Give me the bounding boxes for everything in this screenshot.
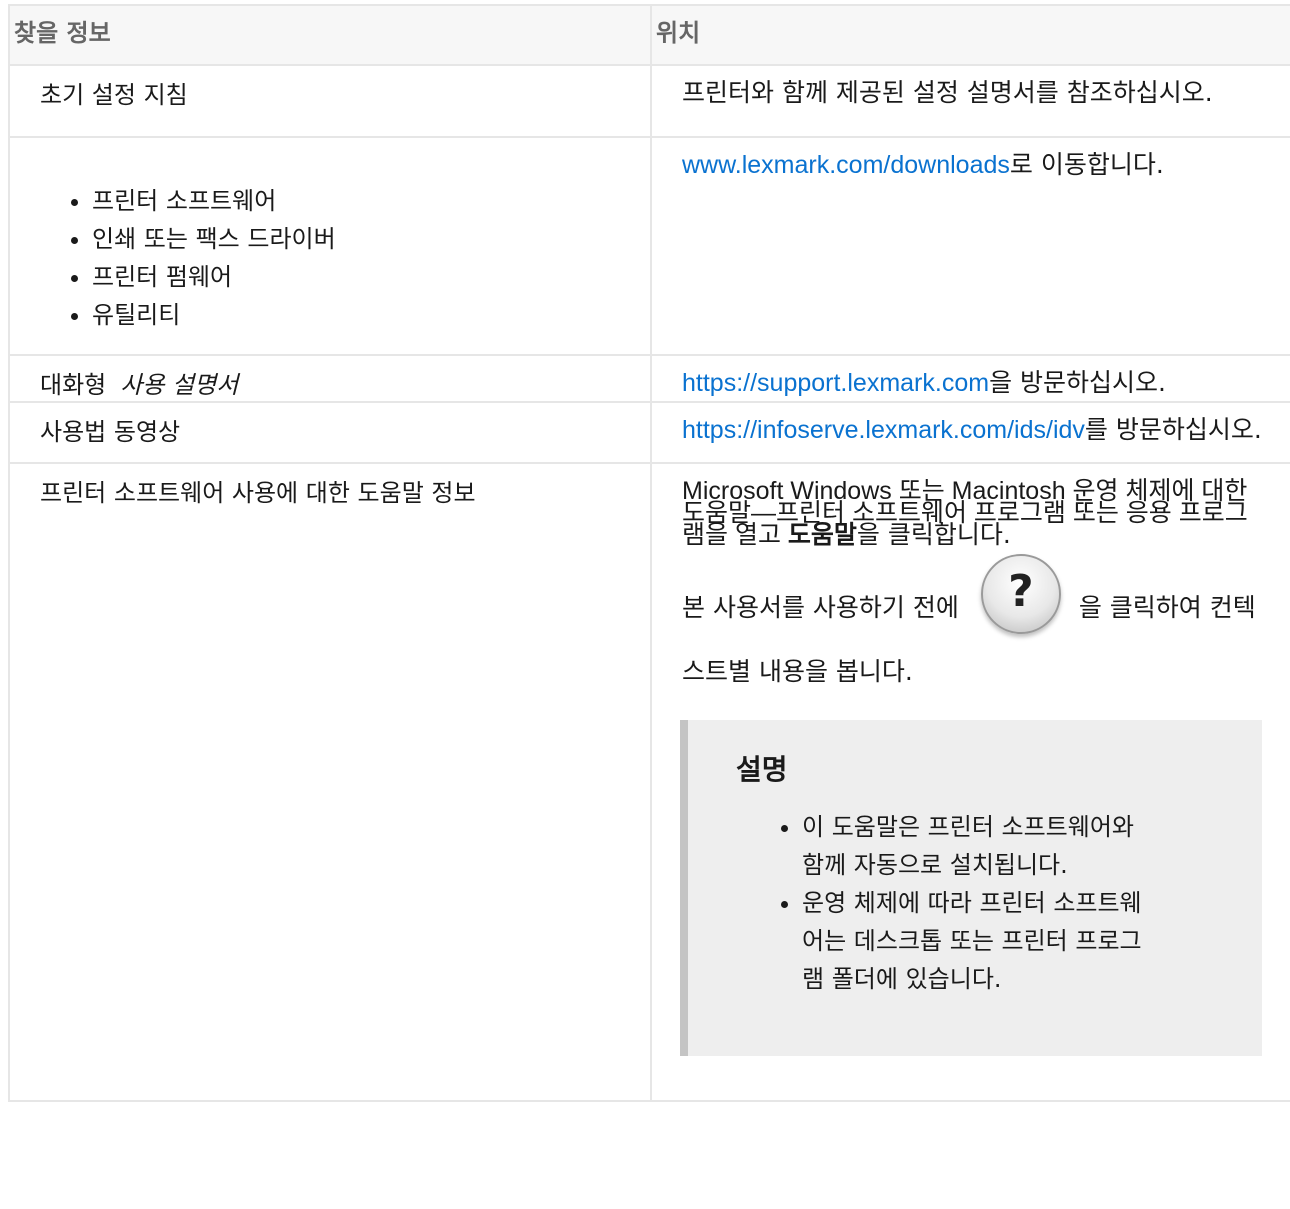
help-before-text: 본 사용서를 사용하기 전에: [682, 593, 959, 622]
help-text-end: 을 클릭합니다.: [856, 520, 1011, 549]
downloads-link[interactable]: www.lexmark.com/downloads: [682, 151, 1010, 179]
info-cell: 프린터 소프트웨어 사용에 대한 도움말 정보: [8, 462, 652, 1102]
help-bold: 도움말: [787, 520, 857, 549]
info-cell: 사용법 동영상: [8, 401, 652, 464]
location-cell: www.lexmark.com/downloads로 이동합니다.: [650, 136, 1290, 356]
table-row: 사용법 동영상 https://infoserve.lexmark.com/id…: [8, 401, 1290, 464]
info-cell: 대화형 사용 설명서: [8, 354, 652, 403]
video-link[interactable]: https://infoserve.lexmark.com/ids/idv: [682, 416, 1085, 444]
note-box: 설명 이 도움말은 프린터 소프트웨어와 함께 자동으로 설치됩니다. 운영 체…: [680, 720, 1262, 1056]
table-row: 프린터 소프트웨어 사용에 대한 도움말 정보 Microsoft Window…: [8, 462, 1290, 1102]
list-item: 운영 체제에 따라 프린터 소프트웨어는 데스크톱 또는 프린터 프로그램 폴더…: [802, 884, 1162, 998]
question-mark-icon[interactable]: ?: [980, 554, 1061, 634]
location-cell: 프린터와 함께 제공된 설정 설명서를 참조하십시오.: [650, 64, 1290, 138]
help-paragraph: Microsoft Windows 또는 Macintosh 운영 체제에 대한…: [682, 479, 1270, 549]
location-text: 프린터와 함께 제공된 설정 설명서를 참조하십시오.: [682, 78, 1213, 107]
note-list: 이 도움말은 프린터 소프트웨어와 함께 자동으로 설치됩니다. 운영 체제에 …: [736, 808, 1162, 998]
table-header-row: 찾을 정보 위치: [8, 4, 1290, 66]
info-cell: 프린터 소프트웨어 인쇄 또는 팩스 드라이버 프린터 펌웨어 유틸리티: [8, 136, 652, 356]
location-cell: Microsoft Windows 또는 Macintosh 운영 체제에 대한…: [650, 462, 1290, 1102]
header-location: 위치: [650, 4, 1290, 66]
location-cell: https://support.lexmark.com을 방문하십시오.: [650, 354, 1290, 403]
support-link[interactable]: https://support.lexmark.com: [682, 369, 989, 397]
table-row: 초기 설정 지침 프린터와 함께 제공된 설정 설명서를 참조하십시오.: [8, 64, 1290, 138]
location-suffix: 를 방문하십시오.: [1084, 415, 1262, 444]
help-icon-line: 본 사용서를 사용하기 전에? 을 클릭하여 컨텍스트별 내용을 봅니다.: [682, 554, 1270, 684]
table-row: 프린터 소프트웨어 인쇄 또는 팩스 드라이버 프린터 펌웨어 유틸리티 www…: [8, 136, 1290, 356]
list-item: 인쇄 또는 팩스 드라이버: [92, 220, 622, 258]
list-item: 프린터 펌웨어: [92, 258, 622, 296]
note-title: 설명: [736, 753, 788, 786]
software-list: 프린터 소프트웨어 인쇄 또는 팩스 드라이버 프린터 펌웨어 유틸리티: [40, 182, 622, 334]
location-suffix: 로 이동합니다.: [1009, 150, 1164, 179]
info-prefix: 대화형: [40, 371, 107, 399]
info-table: 찾을 정보 위치 초기 설정 지침 프린터와 함께 제공된 설정 설명서를 참조…: [8, 4, 1290, 1102]
list-item: 이 도움말은 프린터 소프트웨어와 함께 자동으로 설치됩니다.: [802, 808, 1162, 884]
info-cell: 초기 설정 지침: [8, 64, 652, 138]
list-item: 유틸리티: [92, 296, 622, 334]
location-suffix: 을 방문하십시오.: [989, 368, 1166, 397]
table-row: 대화형 사용 설명서 https://support.lexmark.com을 방…: [8, 354, 1290, 403]
info-emphasis: 사용 설명서: [120, 371, 239, 399]
header-info: 찾을 정보: [8, 4, 652, 66]
list-item: 프린터 소프트웨어: [92, 182, 622, 220]
location-cell: https://infoserve.lexmark.com/ids/idv를 방…: [650, 401, 1290, 464]
